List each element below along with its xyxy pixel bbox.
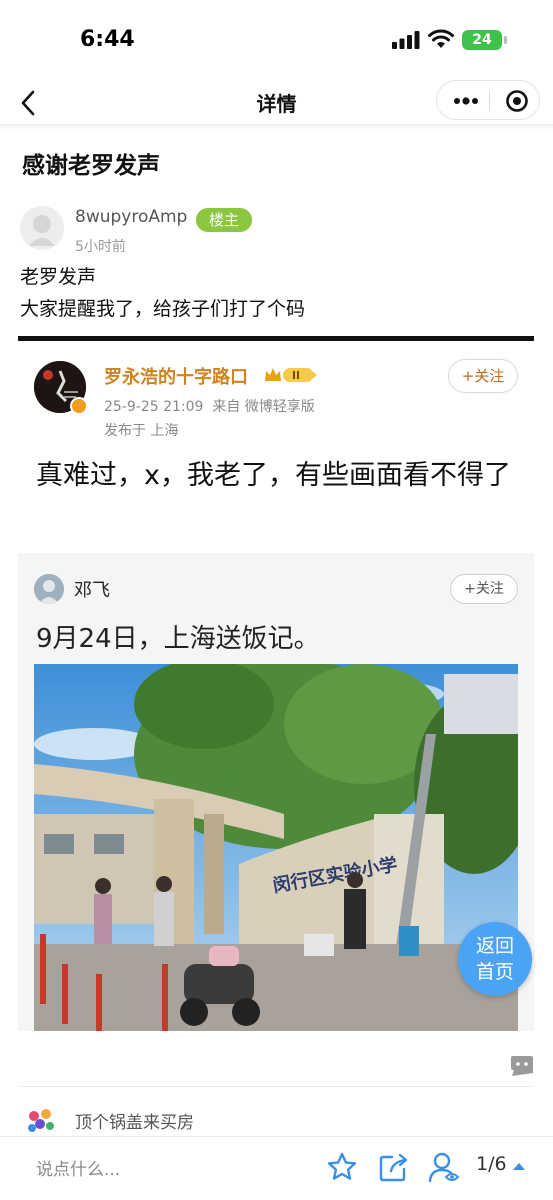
weibo-meta: 25-9-25 21:09 来自 微博轻享版 <box>104 396 315 416</box>
return-home-label-1: 返回 <box>475 935 514 957</box>
comment-icon[interactable] <box>510 1056 534 1076</box>
weibo-card: 罗永浩的十字路口 25-9-25 21:09 来自 微博轻享版 发布于 上海 +… <box>18 341 534 553</box>
signal-icon <box>392 31 420 49</box>
share-icon[interactable] <box>378 1151 410 1183</box>
status-bar: 6:44 24 <box>0 0 553 80</box>
comment-divider <box>20 1086 533 1087</box>
weibo-time: 25-9-25 21:09 <box>104 399 204 415</box>
nav-bar: 详情 <box>0 80 553 126</box>
nav-shadow <box>0 124 553 130</box>
return-home-label-2: 首页 <box>475 961 514 983</box>
quoted-text: 9月24日，上海送饭记。 <box>36 624 320 654</box>
avatar-image <box>20 206 64 250</box>
quoted-avatar <box>34 574 64 604</box>
status-time: 6:44 <box>80 27 135 52</box>
wifi-icon <box>428 29 454 48</box>
school-gate-photo: 闵行区实验小学 <box>34 664 518 1031</box>
capsule-divider <box>489 91 490 111</box>
weibo-follow-button: +关注 <box>448 359 518 393</box>
post-time: 5小时前 <box>75 239 126 255</box>
verified-badge <box>70 397 88 415</box>
close-circle-icon[interactable] <box>505 89 529 113</box>
battery-tip <box>504 36 507 44</box>
user-icon[interactable] <box>428 1151 460 1183</box>
weibo-username: 罗永浩的十字路口 <box>104 367 248 388</box>
battery-indicator: 24 <box>462 30 502 50</box>
quoted-avatar-image <box>34 574 64 604</box>
op-badge: 楼主 <box>196 208 252 232</box>
weibo-location: 发布于 上海 <box>104 423 179 439</box>
star-icon[interactable] <box>326 1151 358 1183</box>
quoted-card: 邓飞 +关注 9月24日，上海送饭记。 闵行区实验小学 <box>18 558 534 1031</box>
post-body-line: 大家提醒我了，给孩子们打了个码 <box>20 298 306 320</box>
page-indicator[interactable]: 1/6 <box>476 1153 507 1175</box>
chevron-up-icon[interactable] <box>512 1161 526 1171</box>
weibo-text: 真难过，x，我老了，有些画面看不得了 <box>36 460 511 491</box>
crown-badge-icon <box>265 368 317 382</box>
quoted-username: 邓飞 <box>74 580 110 601</box>
reply-username[interactable]: 顶个锅盖来买房 <box>75 1108 194 1133</box>
more-icon[interactable] <box>453 93 479 109</box>
return-home-button[interactable]: 返回 首页 <box>458 922 532 996</box>
post-title: 感谢老罗发声 <box>22 153 160 179</box>
post-body-line: 老罗发声 <box>20 266 97 288</box>
bottom-bar: 说点什么... 1/6 <box>0 1136 553 1200</box>
avatar[interactable] <box>20 206 64 250</box>
post-image[interactable]: 罗永浩的十字路口 25-9-25 21:09 来自 微博轻享版 发布于 上海 +… <box>18 336 534 1031</box>
author-name[interactable]: 8wupyroAmp <box>75 207 187 227</box>
mini-program-capsule <box>436 80 540 120</box>
reply-input[interactable]: 说点什么... <box>36 1155 120 1180</box>
quoted-follow-button: +关注 <box>450 574 518 604</box>
weibo-source: 来自 微博轻享版 <box>212 399 315 415</box>
